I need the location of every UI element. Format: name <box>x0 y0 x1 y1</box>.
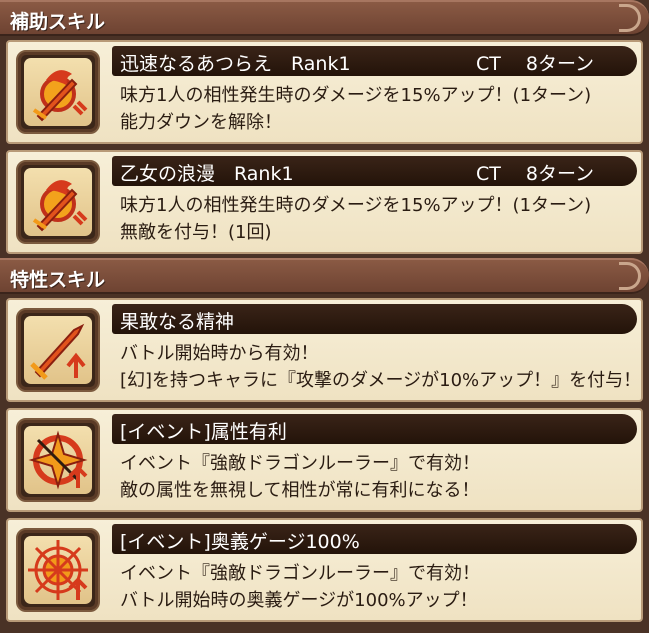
skill-cooldown: CT 8ターン <box>476 163 595 185</box>
burst-sun-icon <box>28 540 88 600</box>
section-header-trait-skills: 特性スキル <box>0 258 649 294</box>
skill-name: [イベント]奥義ゲージ100% <box>120 531 360 553</box>
scroll-ornament-icon <box>619 4 641 32</box>
skill-description: 味方1人の相性発生時のダメージを15%アップ！(1ターン) 無敵を付与！(1回) <box>120 192 591 246</box>
skill-card-support-1[interactable]: 迅速なるあつらえ Rank1 CT 8ターン 味方1人の相性発生時のダメージを1… <box>6 40 643 144</box>
skill-title-bar: [イベント]属性有利 <box>112 414 637 444</box>
skill-description: 味方1人の相性発生時のダメージを15%アップ！(1ターン) 能力ダウンを解除！ <box>120 82 591 136</box>
skill-title-bar: 乙女の浪漫 Rank1 CT 8ターン <box>112 156 637 186</box>
skill-title-bar: [イベント]奥義ゲージ100% <box>112 524 637 554</box>
skill-description: バトル開始時から有効！ [幻]を持つキャラに『攻撃のダメージが10%アップ！』を… <box>120 340 641 394</box>
elemental-star-icon <box>28 430 88 490</box>
description-line: イベント『強敵ドラゴンルーラー』で有効！ <box>120 453 480 474</box>
skill-card-trait-2[interactable]: [イベント]属性有利 イベント『強敵ドラゴンルーラー』で有効！ 敵の属性を無視し… <box>6 408 643 512</box>
description-line: 敵の属性を無視して相性が常に有利になる！ <box>120 480 480 501</box>
skill-card-support-2[interactable]: 乙女の浪漫 Rank1 CT 8ターン 味方1人の相性発生時のダメージを15%ア… <box>6 150 643 254</box>
skill-icon-frame <box>16 160 100 244</box>
flame-sword-icon <box>32 180 88 232</box>
skill-name: 乙女の浪漫 Rank1 <box>120 163 294 185</box>
description-line: [幻]を持つキャラに『攻撃のダメージが10%アップ！』を付与！ <box>120 370 642 391</box>
skill-icon-frame <box>16 50 100 134</box>
skill-name: [イベント]属性有利 <box>120 421 287 443</box>
section-title: 補助スキル <box>10 11 106 33</box>
skill-title-bar: 迅速なるあつらえ Rank1 CT 8ターン <box>112 46 637 76</box>
flame-sword-icon <box>32 70 88 122</box>
skill-name: 迅速なるあつらえ Rank1 <box>120 53 351 75</box>
skill-card-trait-3[interactable]: [イベント]奥義ゲージ100% イベント『強敵ドラゴンルーラー』で有効！ バトル… <box>6 518 643 622</box>
sword-up-arrow-icon <box>30 323 86 380</box>
skill-title-bar: 果敢なる精神 <box>112 304 637 334</box>
skill-icon-frame <box>16 418 100 502</box>
description-line: バトル開始時の奥義ゲージが100%アップ！ <box>120 590 478 611</box>
skill-icon-frame <box>16 308 100 392</box>
description-line: イベント『強敵ドラゴンルーラー』で有効！ <box>120 563 480 584</box>
section-title: 特性スキル <box>10 269 106 291</box>
description-line: 味方1人の相性発生時のダメージを15%アップ！(1ターン) <box>120 85 592 106</box>
section-header-support-skills: 補助スキル <box>0 0 649 36</box>
description-line: 無敵を付与！(1回) <box>120 222 272 243</box>
skill-name: 果敢なる精神 <box>120 311 235 333</box>
description-line: 能力ダウンを解除！ <box>120 112 282 133</box>
scroll-ornament-icon <box>619 262 641 290</box>
description-line: バトル開始時から有効！ <box>120 343 319 364</box>
skill-description: イベント『強敵ドラゴンルーラー』で有効！ バトル開始時の奥義ゲージが100%アッ… <box>120 560 480 614</box>
skill-card-trait-1[interactable]: 果敢なる精神 バトル開始時から有効！ [幻]を持つキャラに『攻撃のダメージが10… <box>6 298 643 402</box>
skill-cooldown: CT 8ターン <box>476 53 595 75</box>
description-line: 味方1人の相性発生時のダメージを15%アップ！(1ターン) <box>120 195 592 216</box>
skill-description: イベント『強敵ドラゴンルーラー』で有効！ 敵の属性を無視して相性が常に有利になる… <box>120 450 480 504</box>
skill-icon-frame <box>16 528 100 612</box>
